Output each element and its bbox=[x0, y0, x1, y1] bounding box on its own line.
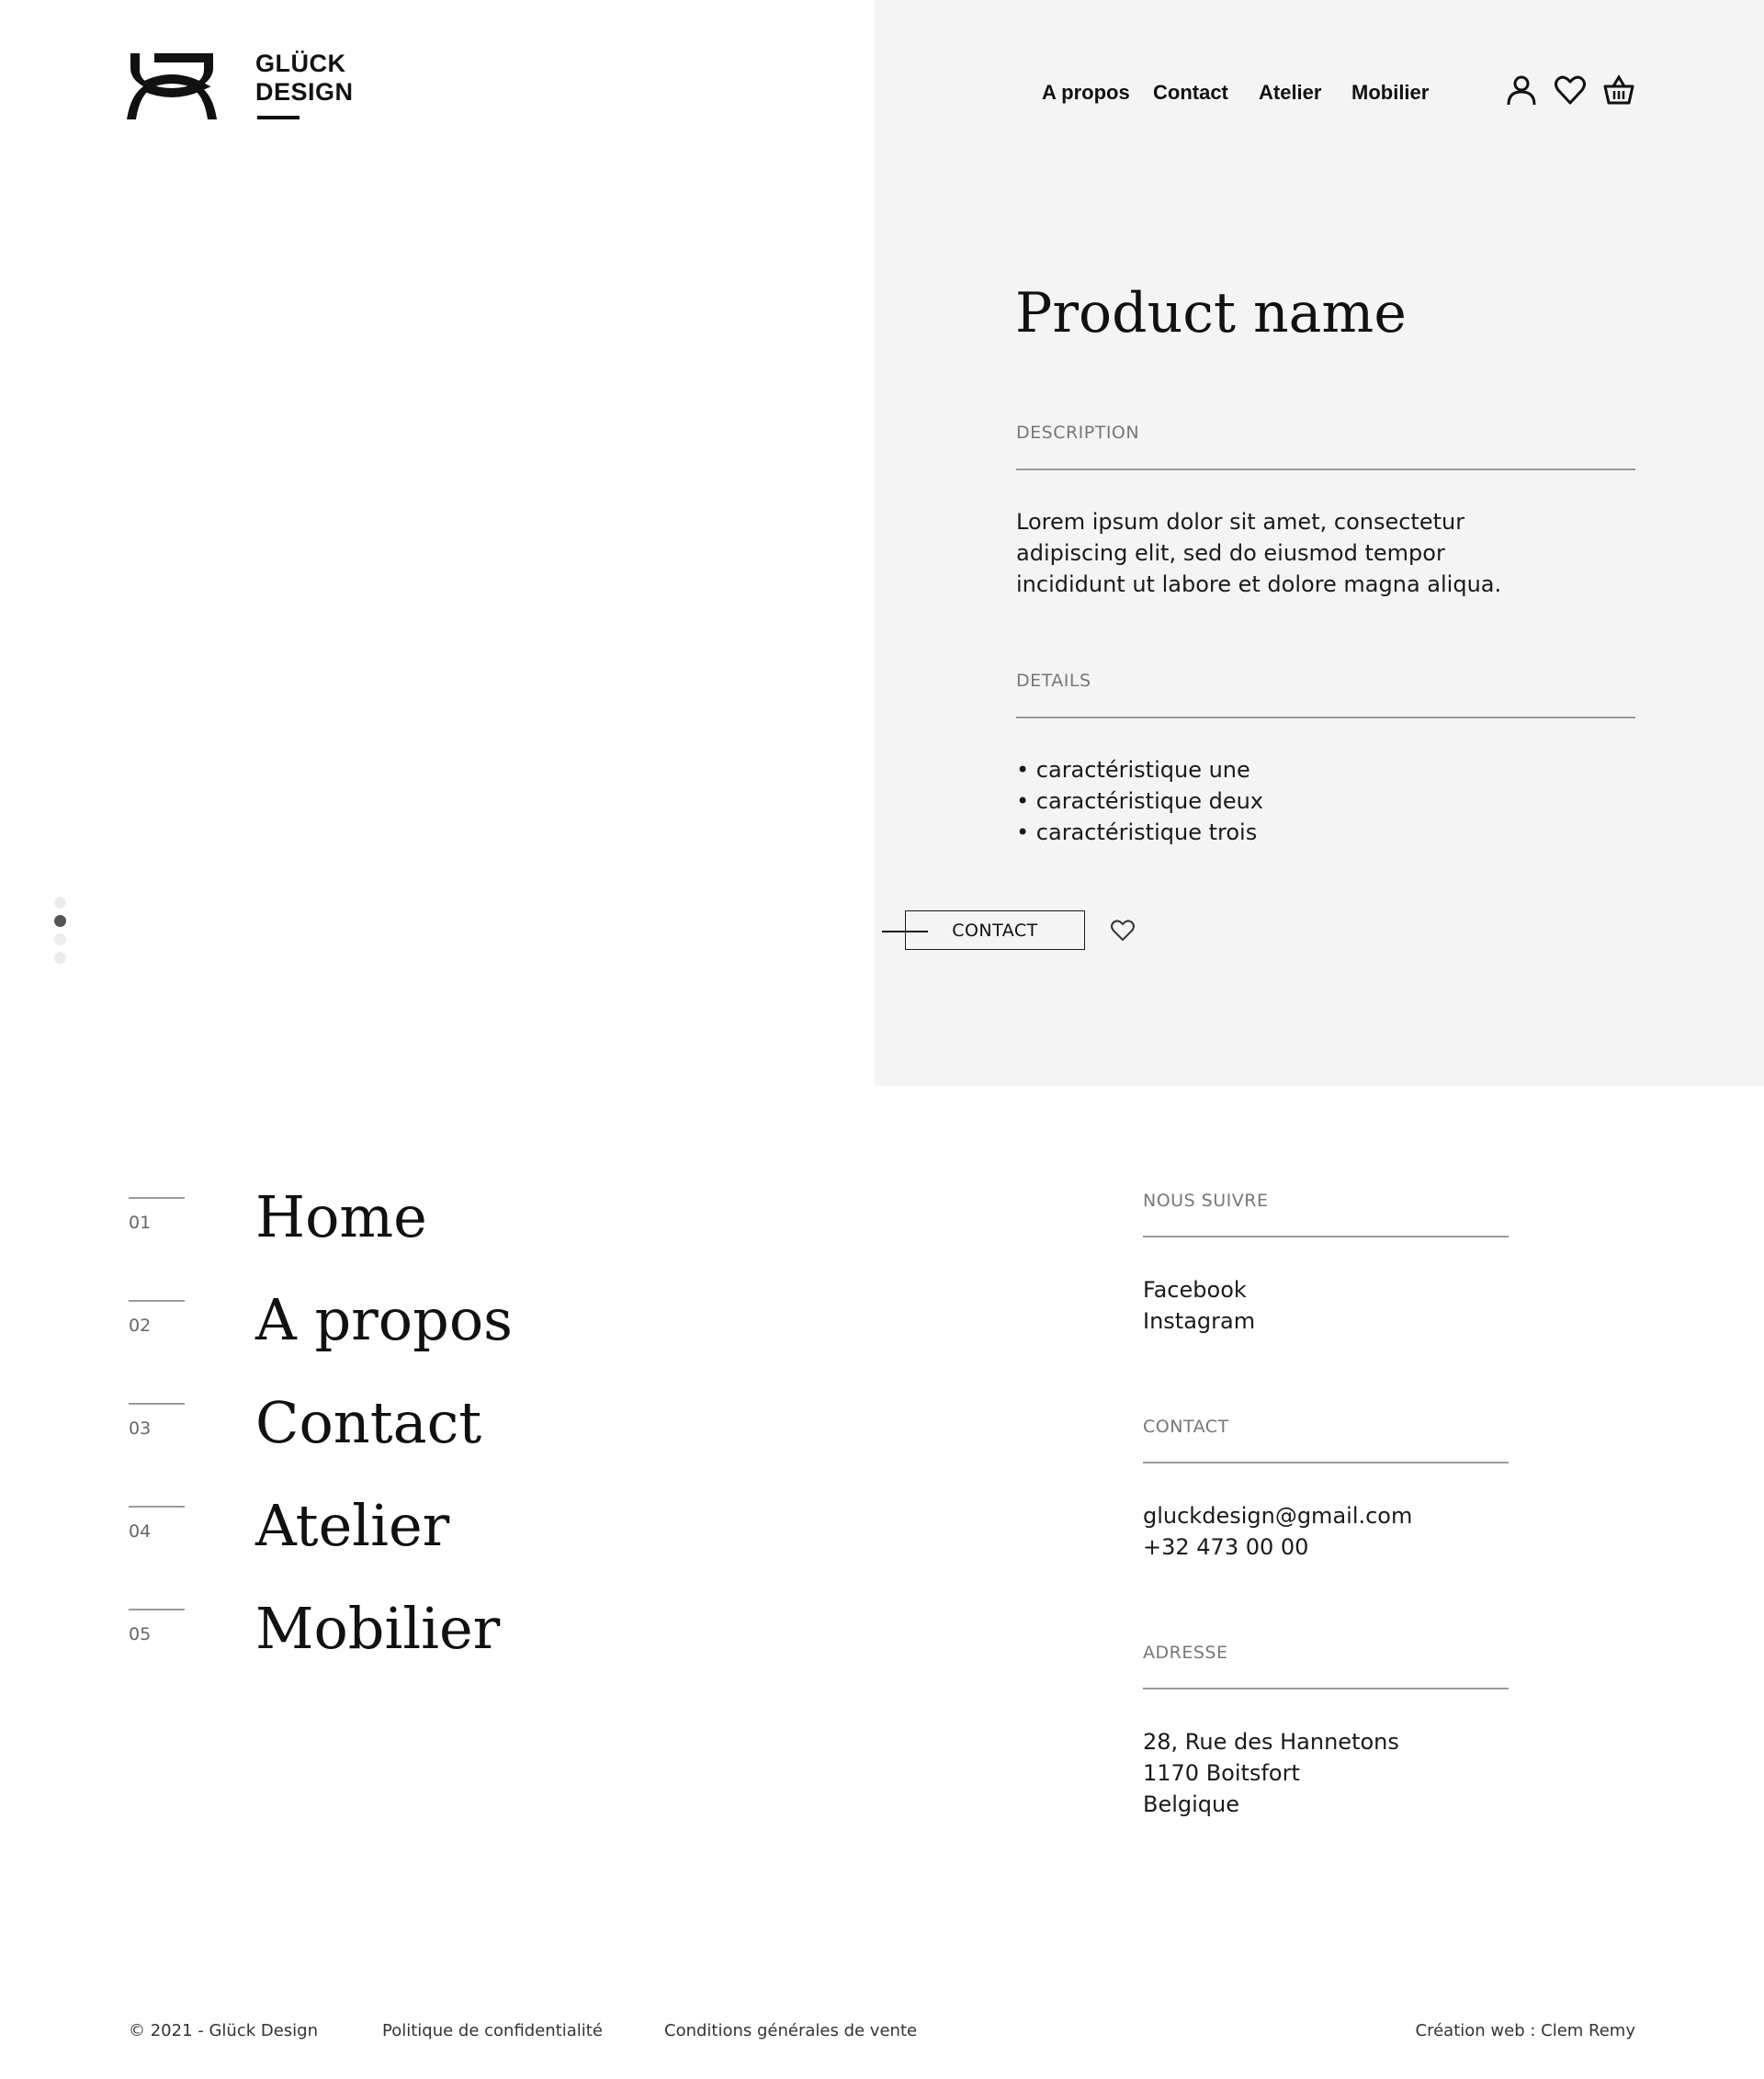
address-line: 1170 Boitsfort bbox=[1143, 1760, 1300, 1786]
nav-a-propos[interactable]: A propos bbox=[1042, 81, 1130, 105]
copyright-text: © 2021 - Glück Design bbox=[129, 2021, 319, 2040]
contact-divider bbox=[1143, 1462, 1509, 1463]
email-link[interactable]: gluckdesign@gmail.com bbox=[1143, 1500, 1412, 1531]
nav-contact[interactable]: Contact bbox=[1153, 81, 1228, 105]
social-links: Facebook Instagram bbox=[1143, 1274, 1255, 1337]
brand-logo-icon[interactable] bbox=[127, 51, 217, 121]
description-line: Lorem ipsum dolor sit amet, consectetur bbox=[1016, 509, 1465, 535]
contact-label: CONTACT bbox=[1143, 1417, 1229, 1437]
nav-atelier[interactable]: Atelier bbox=[1259, 81, 1321, 105]
menu-divider bbox=[129, 1506, 185, 1508]
description-text: Lorem ipsum dolor sit amet, consectetur … bbox=[1016, 506, 1501, 600]
menu-divider bbox=[129, 1300, 185, 1302]
menu-divider bbox=[129, 1197, 185, 1199]
details-list: • caractéristique une • caractéristique … bbox=[1016, 754, 1263, 848]
details-item: • caractéristique une bbox=[1016, 757, 1250, 783]
menu-divider bbox=[129, 1609, 185, 1610]
details-item: • caractéristique deux bbox=[1016, 788, 1264, 814]
add-to-favorites-heart-icon[interactable] bbox=[1110, 919, 1136, 943]
user-icon[interactable] bbox=[1505, 73, 1538, 107]
brand-line-2: DESIGN bbox=[255, 78, 354, 106]
instagram-link[interactable]: Instagram bbox=[1143, 1305, 1255, 1337]
phone-link[interactable]: +32 473 00 00 bbox=[1143, 1531, 1412, 1563]
contact-details: gluckdesign@gmail.com +32 473 00 00 bbox=[1143, 1500, 1412, 1563]
address-label: ADRESSE bbox=[1143, 1643, 1228, 1663]
details-item: • caractéristique trois bbox=[1016, 819, 1258, 845]
address-text: 28, Rue des Hannetons 1170 Boitsfort Bel… bbox=[1143, 1726, 1399, 1820]
menu-label[interactable]: Home bbox=[255, 1183, 427, 1250]
privacy-policy-link[interactable]: Politique de confidentialité bbox=[382, 2021, 603, 2040]
menu-number: 01 bbox=[129, 1213, 152, 1233]
brand-wordmark[interactable]: GLÜCK DESIGN bbox=[255, 50, 354, 107]
follow-divider bbox=[1143, 1236, 1509, 1237]
menu-label[interactable]: Atelier bbox=[255, 1492, 449, 1559]
address-line: Belgique bbox=[1143, 1791, 1240, 1817]
menu-number: 05 bbox=[129, 1624, 152, 1644]
heart-icon[interactable] bbox=[1554, 73, 1587, 107]
facebook-link[interactable]: Facebook bbox=[1143, 1274, 1255, 1305]
description-divider bbox=[1016, 469, 1635, 470]
carousel-dot[interactable] bbox=[54, 933, 66, 945]
menu-divider bbox=[129, 1403, 185, 1405]
menu-number: 04 bbox=[129, 1521, 152, 1542]
product-title: Product name bbox=[1015, 281, 1407, 345]
contact-button[interactable]: CONTACT bbox=[905, 910, 1085, 950]
description-line: adipiscing elit, sed do eiusmod tempor bbox=[1016, 540, 1445, 566]
address-divider bbox=[1143, 1688, 1509, 1689]
terms-of-sale-link[interactable]: Conditions générales de vente bbox=[664, 2021, 917, 2040]
description-label: DESCRIPTION bbox=[1016, 423, 1140, 443]
menu-label[interactable]: Mobilier bbox=[255, 1595, 500, 1662]
brand-underline bbox=[257, 116, 300, 119]
nav-mobilier[interactable]: Mobilier bbox=[1351, 81, 1429, 105]
details-divider bbox=[1016, 717, 1635, 718]
follow-label: NOUS SUIVRE bbox=[1143, 1191, 1269, 1211]
address-line: 28, Rue des Hannetons bbox=[1143, 1729, 1399, 1755]
basket-icon[interactable] bbox=[1602, 73, 1635, 107]
menu-number: 02 bbox=[129, 1316, 152, 1336]
carousel-dot[interactable] bbox=[54, 952, 66, 964]
menu-label[interactable]: Contact bbox=[255, 1389, 481, 1456]
web-credit-link[interactable]: Création web : Clem Remy bbox=[1416, 2021, 1635, 2040]
description-line: incididunt ut labore et dolore magna ali… bbox=[1016, 571, 1502, 597]
carousel-dots bbox=[54, 897, 69, 970]
menu-label[interactable]: A propos bbox=[255, 1286, 513, 1353]
carousel-dot-active[interactable] bbox=[54, 915, 66, 927]
contact-button-accent-line bbox=[882, 931, 928, 932]
carousel-dot[interactable] bbox=[54, 897, 66, 909]
details-label: DETAILS bbox=[1016, 671, 1091, 691]
menu-number: 03 bbox=[129, 1418, 152, 1439]
brand-line-1: GLÜCK bbox=[255, 50, 346, 77]
